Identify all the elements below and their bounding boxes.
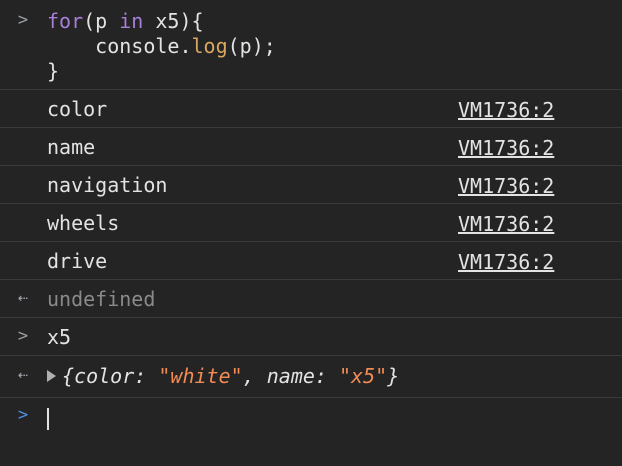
log-text: wheels <box>47 211 120 235</box>
log-text: drive <box>47 249 108 273</box>
source-link[interactable]: VM1736:2 <box>458 98 554 122</box>
source-link[interactable]: VM1736:2 <box>458 136 554 160</box>
object-preview[interactable]: {color: "white", name: "x5"} <box>47 364 399 389</box>
return-value-row: ⇠ undefined <box>0 280 622 318</box>
console-input-entry[interactable]: > x5 <box>0 318 622 356</box>
chevron-right-icon: > <box>17 326 29 346</box>
log-text: color <box>47 97 108 121</box>
log-row: name VM1736:2 <box>0 128 622 166</box>
object-preview-row: ⇠ {color: "white", name: "x5"} <box>0 356 622 398</box>
return-arrow-icon: ⇠ <box>17 288 29 308</box>
triangle-right-icon[interactable] <box>47 369 56 382</box>
code-line-2: console.log(p); <box>95 34 276 58</box>
devtools-console: > for(p in x5){ console.log(p); } color … <box>0 0 622 466</box>
return-arrow-icon: ⇠ <box>17 365 29 385</box>
input-text: x5 <box>47 325 72 349</box>
console-input-entry[interactable]: > for(p in x5){ console.log(p); } <box>0 0 622 90</box>
return-value-text: undefined <box>47 287 156 311</box>
log-row: color VM1736:2 <box>0 90 622 128</box>
log-row: navigation VM1736:2 <box>0 166 622 204</box>
code-line-1: for(p in x5){ <box>47 9 204 33</box>
source-link[interactable]: VM1736:2 <box>458 250 554 274</box>
source-link[interactable]: VM1736:2 <box>458 174 554 198</box>
log-text: name <box>47 135 96 159</box>
console-prompt-input[interactable]: > <box>0 398 622 438</box>
chevron-right-icon: > <box>17 10 29 30</box>
source-link[interactable]: VM1736:2 <box>458 212 554 236</box>
text-cursor <box>47 405 49 430</box>
code-line-3: } <box>47 59 60 83</box>
chevron-right-icon: > <box>17 405 29 425</box>
log-row: drive VM1736:2 <box>0 242 622 280</box>
log-row: wheels VM1736:2 <box>0 204 622 242</box>
log-text: navigation <box>47 173 168 197</box>
